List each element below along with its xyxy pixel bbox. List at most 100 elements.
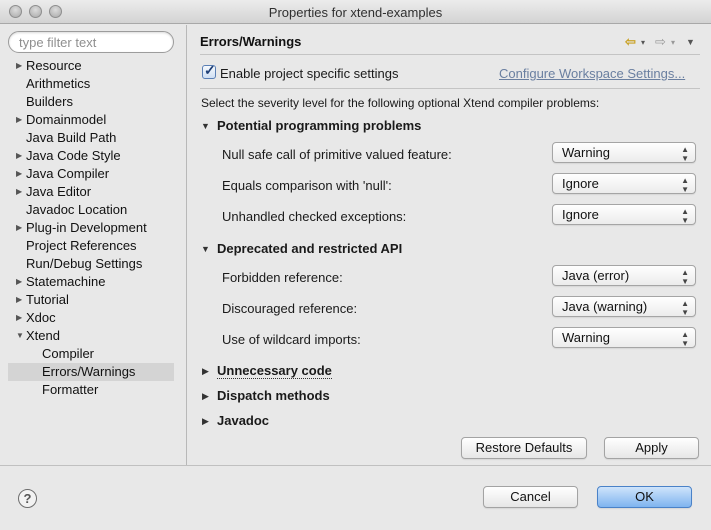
tree-item-label: Builders	[26, 94, 73, 109]
group-javadoc[interactable]: Javadoc	[217, 413, 269, 428]
expand-icon[interactable]: ▶	[16, 147, 26, 165]
checkmark-icon: ✓	[204, 62, 216, 78]
select-arrows-icon: ▲ ▼	[681, 207, 689, 225]
tree-item[interactable]: Builders	[8, 93, 174, 111]
option-label: Discouraged reference:	[222, 301, 358, 316]
property-tree: ▶ Resource Arithmetics Builders ▶ Domainmodel…	[8, 57, 174, 399]
apply-button[interactable]: Apply	[604, 437, 699, 459]
expand-icon[interactable]: ▶	[16, 165, 26, 183]
expand-icon[interactable]: ▶	[16, 273, 26, 291]
select-arrows-icon: ▲ ▼	[681, 145, 689, 163]
severity-select[interactable]: Ignore ▲ ▼	[552, 204, 696, 225]
tree-item[interactable]: ▶ Plug-in Development	[8, 219, 174, 237]
tree-item[interactable]: Run/Debug Settings	[8, 255, 174, 273]
tree-item[interactable]: Errors/Warnings	[8, 363, 174, 381]
expand-icon[interactable]: ▶	[16, 291, 26, 309]
tree-item[interactable]: Arithmetics	[8, 75, 174, 93]
tree-item[interactable]: ▼ Xtend	[8, 327, 174, 345]
tree-item[interactable]: ▶ Xdoc	[8, 309, 174, 327]
tree-item[interactable]: ▶ Java Editor	[8, 183, 174, 201]
option-label: Unhandled checked exceptions:	[222, 209, 407, 224]
select-arrows-icon: ▲ ▼	[681, 176, 689, 194]
forward-dropdown-icon[interactable]: ▾	[671, 38, 675, 47]
tree-item[interactable]: ▶ Domainmodel	[8, 111, 174, 129]
restore-defaults-button[interactable]: Restore Defaults	[461, 437, 587, 459]
forward-arrow-icon[interactable]: ⇨	[655, 34, 666, 50]
tree-item[interactable]: Formatter	[8, 381, 174, 399]
enable-project-settings-checkbox[interactable]: ✓	[202, 62, 216, 79]
tree-item-label: Compiler	[42, 346, 95, 361]
tree-item-label: Plug-in Development	[26, 220, 147, 235]
option-label: Equals comparison with 'null':	[222, 178, 392, 193]
select-arrows-icon: ▲ ▼	[681, 268, 689, 286]
tree-item-label: Domainmodel	[26, 112, 107, 127]
expand-icon[interactable]: ▶	[16, 183, 26, 201]
tree-item-label: Java Code Style	[26, 148, 121, 163]
tree-item-label: Resource	[26, 58, 82, 73]
severity-select[interactable]: Ignore ▲ ▼	[552, 173, 696, 194]
tree-item[interactable]: Javadoc Location	[8, 201, 174, 219]
select-arrows-icon: ▲ ▼	[681, 330, 689, 348]
tree-item-label: Java Build Path	[26, 130, 117, 145]
option-label: Use of wildcard imports:	[222, 332, 361, 347]
view-menu-icon[interactable]: ▼	[686, 37, 695, 47]
severity-select[interactable]: Java (warning) ▲ ▼	[552, 296, 696, 317]
expand-icon[interactable]: ▶	[16, 309, 26, 327]
filter-input[interactable]	[8, 31, 174, 53]
tree-item-label: Xtend	[26, 328, 60, 343]
expand-icon[interactable]: ▶	[202, 366, 209, 377]
tree-item[interactable]: Compiler	[8, 345, 174, 363]
option-label: Null safe call of primitive valued featu…	[222, 147, 452, 162]
severity-select[interactable]: Warning ▲ ▼	[552, 327, 696, 348]
tree-item[interactable]: Java Build Path	[8, 129, 174, 147]
expand-icon[interactable]: ▶	[202, 416, 209, 427]
tree-item-label: Project References	[26, 238, 137, 253]
tree-item[interactable]: ▶ Resource	[8, 57, 174, 75]
tree-item[interactable]: ▶ Tutorial	[8, 291, 174, 309]
tree-item-label: Errors/Warnings	[42, 364, 136, 379]
configure-workspace-link[interactable]: Configure Workspace Settings...	[499, 66, 685, 81]
navigation-pane: ▶ResourceArithmeticsBuilders▶Domainmodel…	[0, 25, 186, 465]
settings-divider	[200, 88, 700, 89]
group-dispatch-methods[interactable]: Dispatch methods	[217, 388, 330, 403]
collapse-icon[interactable]: ▼	[16, 327, 26, 345]
expand-icon[interactable]: ▶	[202, 391, 209, 402]
tree-item-label: Run/Debug Settings	[26, 256, 143, 271]
expand-icon[interactable]: ▶	[16, 57, 26, 75]
expand-icon[interactable]: ▶	[16, 111, 26, 129]
tree-item[interactable]: ▶ Java Compiler	[8, 165, 174, 183]
collapse-icon[interactable]: ▼	[201, 244, 210, 254]
title-bar: Properties for xtend-examples	[0, 0, 711, 24]
tree-item-label: Xdoc	[26, 310, 56, 325]
tree-item[interactable]: ▶ Statemachine	[8, 273, 174, 291]
severity-select[interactable]: Warning ▲ ▼	[552, 142, 696, 163]
group-unnecessary-code[interactable]: Unnecessary code	[217, 363, 332, 379]
expand-icon[interactable]: ▶	[16, 219, 26, 237]
group-potential-problems[interactable]: Potential programming problems	[217, 118, 421, 133]
ok-button[interactable]: OK	[597, 486, 692, 508]
description-text: Select the severity level for the follow…	[201, 96, 600, 110]
collapse-icon[interactable]: ▼	[201, 121, 210, 131]
tree-item-label: Formatter	[42, 382, 99, 397]
tree-item-label: Java Editor	[26, 184, 92, 199]
tree-item-label: Arithmetics	[26, 76, 91, 91]
back-dropdown-icon[interactable]: ▾	[641, 38, 645, 47]
tree-item[interactable]: ▶ Java Code Style	[8, 147, 174, 165]
tree-item-label: Tutorial	[26, 292, 69, 307]
cancel-button[interactable]: Cancel	[483, 486, 578, 508]
severity-select[interactable]: Java (error) ▲ ▼	[552, 265, 696, 286]
group-deprecated-api[interactable]: Deprecated and restricted API	[217, 241, 402, 256]
tree-item-label: Java Compiler	[26, 166, 110, 181]
footer-divider	[0, 465, 711, 466]
page-title: Errors/Warnings	[200, 34, 302, 49]
help-icon[interactable]: ?	[18, 489, 37, 508]
window-title: Properties for xtend-examples	[268, 5, 443, 20]
tree-item-label: Javadoc Location	[26, 202, 128, 217]
tree-item-label: Statemachine	[26, 274, 106, 289]
option-label: Forbidden reference:	[222, 270, 343, 285]
settings-pane: Errors/Warnings ⇦ ▾ ⇨ ▾ ▼ ✓ Enable proje…	[187, 25, 711, 465]
enable-project-settings-label[interactable]: Enable project specific settings	[220, 66, 398, 81]
header-divider	[200, 54, 700, 55]
tree-item[interactable]: Project References	[8, 237, 174, 255]
back-arrow-icon[interactable]: ⇦	[625, 34, 636, 50]
